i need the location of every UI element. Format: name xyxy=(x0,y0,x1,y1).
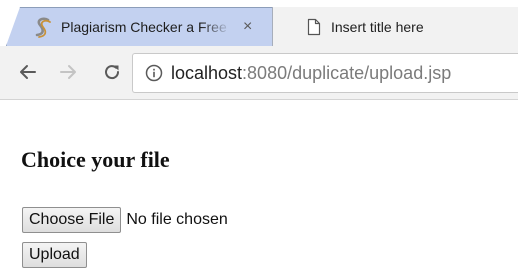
plagiarism-s-logo-icon xyxy=(35,17,51,38)
forward-arrow-icon xyxy=(60,65,76,79)
upload-button[interactable]: Upload xyxy=(22,242,87,268)
back-button[interactable] xyxy=(16,60,40,84)
file-status-text: No file chosen xyxy=(126,211,228,228)
blank-page-icon xyxy=(307,18,321,35)
url-host: localhost xyxy=(171,62,243,83)
reload-button[interactable] xyxy=(100,60,124,84)
tab-plagiarism-checker[interactable]: Plagiarism Checker a Free × xyxy=(6,7,298,46)
page-heading: Choice your file xyxy=(21,147,170,172)
address-bar[interactable]: localhost :8080/duplicate/upload.jsp xyxy=(132,53,518,93)
file-input[interactable]: Choose File No file chosen xyxy=(22,207,228,233)
tab-title: Insert title here xyxy=(331,18,424,35)
tab-title: Plagiarism Checker a Free xyxy=(61,19,227,35)
url-path: :8080/duplicate/upload.jsp xyxy=(242,62,452,83)
tab-insert-title[interactable]: Insert title here xyxy=(272,7,518,46)
back-arrow-icon xyxy=(20,65,36,79)
choose-file-button[interactable]: Choose File xyxy=(22,207,122,233)
tab-strip: Plagiarism Checker a Free × Insert title… xyxy=(0,0,518,46)
reload-icon xyxy=(105,65,120,80)
forward-button[interactable] xyxy=(56,60,80,84)
info-icon[interactable] xyxy=(145,64,163,82)
close-tab-icon[interactable]: × xyxy=(243,19,252,35)
upload-row: Upload xyxy=(22,242,87,268)
browser-toolbar: localhost :8080/duplicate/upload.jsp xyxy=(0,46,518,100)
